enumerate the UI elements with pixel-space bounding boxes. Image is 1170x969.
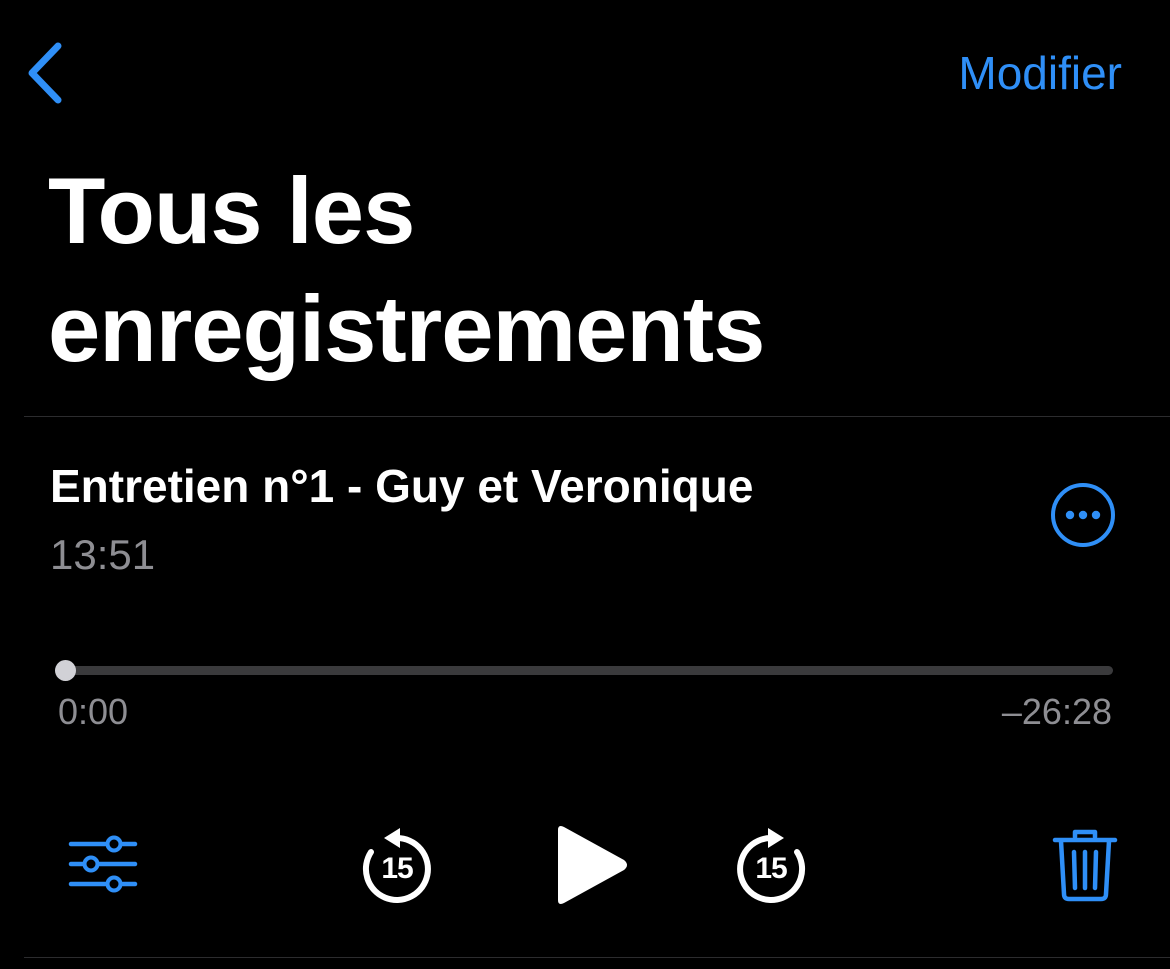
edit-button[interactable]: Modifier [958, 44, 1122, 102]
elapsed-time: 0:00 [58, 691, 129, 732]
skip-forward-seconds: 15 [755, 852, 787, 885]
back-button[interactable] [22, 40, 72, 106]
trash-icon [1052, 829, 1118, 902]
remaining-time: –26:28 [1001, 691, 1112, 732]
ellipsis-circle-icon [1051, 483, 1115, 547]
options-button[interactable] [68, 832, 138, 896]
recording-title[interactable]: Entretien n°1 - Guy et Veronique [50, 458, 753, 514]
chevron-left-icon [28, 42, 62, 104]
play-button[interactable] [550, 822, 630, 908]
divider [24, 957, 1170, 958]
divider [24, 416, 1170, 417]
skip-back-seconds: 15 [381, 852, 413, 885]
playback-scrubber[interactable] [55, 666, 1113, 675]
skip-forward-button[interactable]: 15 [734, 826, 808, 904]
more-button[interactable] [1050, 482, 1116, 548]
sliders-icon [68, 835, 138, 893]
skip-back-button[interactable]: 15 [360, 826, 434, 904]
scrubber-thumb[interactable] [55, 660, 76, 681]
play-icon [558, 826, 627, 904]
delete-button[interactable] [1052, 828, 1118, 902]
page-title: Tous les enregistrements [48, 158, 765, 381]
recording-time: 13:51 [50, 531, 156, 578]
